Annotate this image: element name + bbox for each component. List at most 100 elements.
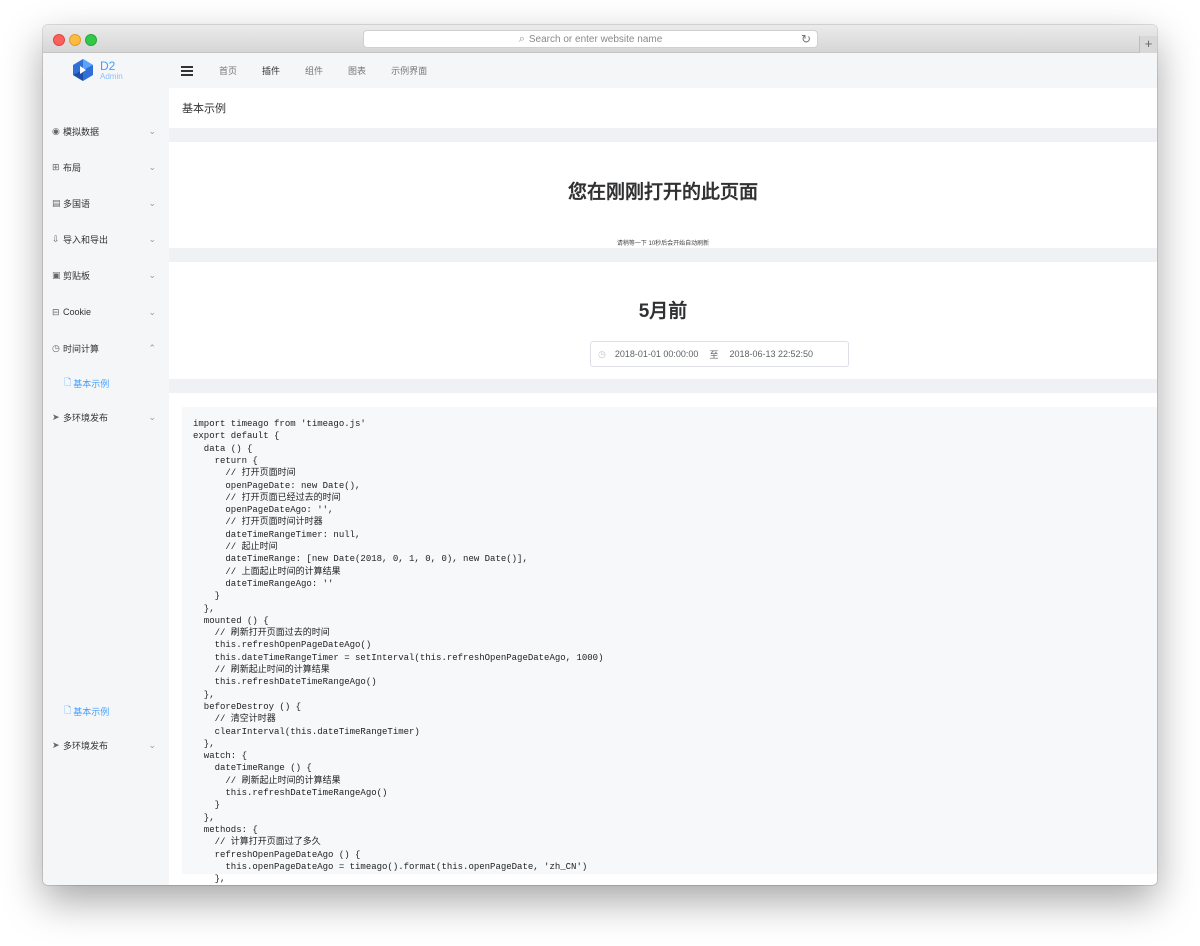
range-result-title: 5月前	[638, 301, 688, 322]
sidebar-item-multi-env[interactable]: ➤ 多环境发布 ⌄	[43, 399, 169, 435]
code-line: // 打开页面时间计时器	[193, 517, 323, 528]
sidebar-item-multi-env[interactable]: ➤ 多环境发布 ⌄	[43, 727, 169, 763]
new-tab-button[interactable]: +	[1139, 36, 1157, 53]
code-line: dateTimeRange: [new Date(2018, 0, 1, 0, …	[193, 554, 528, 565]
address-bar-placeholder: Search or enter website name	[528, 33, 663, 45]
database-icon: ⊟	[52, 306, 60, 317]
sidebar-item-mock-data[interactable]: ◉ 模拟数据 ⌄	[43, 113, 169, 149]
tab-demo-pages[interactable]: 示例界面	[391, 64, 427, 77]
datetime-range-picker[interactable]: ◷ 2018-01-01 00:00:00 至 2018-06-13 22:52…	[590, 341, 849, 367]
sidebar-item-label: 布局	[63, 162, 82, 173]
file-icon: 🗋	[64, 705, 72, 715]
logo[interactable]: D2 Admin	[71, 58, 123, 82]
clipboard-icon: ▣	[52, 269, 61, 280]
code-line: },	[193, 689, 215, 700]
layout-icon: ⊞	[52, 161, 60, 172]
code-line: methods: {	[193, 824, 258, 835]
code-line: dateTimeRangeAgo: ''	[193, 578, 334, 589]
clock-icon: ◷	[598, 348, 606, 359]
zoom-window-button[interactable]	[85, 34, 97, 46]
globe-icon: ◉	[52, 125, 60, 136]
code-line: }	[193, 800, 221, 811]
code-line: dateTimeRange () {	[193, 763, 312, 774]
sidebar-item-time-calc[interactable]: ◷ 时间计算 ⌃	[43, 330, 169, 366]
chevron-down-icon: ⌄	[148, 306, 156, 317]
code-line: export default {	[193, 431, 280, 442]
sidebar-item-label: 多国语	[63, 198, 91, 209]
code-line: // 计算打开页面过了多久	[193, 837, 321, 848]
code-line: dateTimeRangeTimer: null,	[193, 529, 361, 540]
code-line: },	[193, 874, 226, 885]
sidebar-item-label: 剪贴板	[63, 270, 91, 281]
sidebar-item-label: 多环境发布	[63, 740, 109, 751]
sidebar-item-layout[interactable]: ⊞ 布局 ⌄	[43, 149, 169, 185]
code-line: openPageDateAgo: '',	[193, 505, 334, 516]
code-line: mounted () {	[193, 615, 269, 626]
chevron-down-icon: ⌄	[148, 411, 156, 422]
range-end-input[interactable]: 2018-06-13 22:52:50	[729, 349, 813, 359]
chevron-down-icon: ⌄	[148, 739, 156, 750]
sidebar-item-i18n[interactable]: ▤ 多国语 ⌄	[43, 185, 169, 221]
code-line: beforeDestroy () {	[193, 701, 302, 712]
reload-icon[interactable]: ↻	[801, 32, 811, 46]
chevron-down-icon: ⌄	[148, 161, 156, 172]
file-icon: 🗋	[64, 377, 72, 387]
code-line: this.dateTimeRangeTimer = setInterval(th…	[193, 652, 604, 663]
sidebar-subitem-basic-example[interactable]: 🗋 基本示例	[43, 696, 169, 726]
range-separator: 至	[709, 349, 719, 360]
d2-logo-icon	[73, 59, 93, 81]
sidebar-item-cookie[interactable]: ⊟ Cookie ⌄	[43, 294, 169, 330]
sidebar-item-label: 导入和导出	[63, 234, 109, 245]
send-icon: ➤	[52, 739, 60, 750]
tab-components[interactable]: 组件	[305, 64, 323, 77]
chevron-down-icon: ⌄	[148, 197, 156, 208]
code-line: watch: {	[193, 751, 248, 762]
range-start-input[interactable]: 2018-01-01 00:00:00	[615, 349, 699, 359]
refresh-note: 请稍等一下 10秒后会开始自动刷新	[616, 241, 710, 247]
code-line: // 刷新起止时间的计算结果	[193, 665, 330, 675]
code-line: this.openPageDateAgo = timeago().format(…	[193, 861, 588, 872]
chevron-up-icon: ⌃	[148, 342, 156, 353]
open-time-card: 您在刚刚打开的此页面 请稍等一下 10秒后会开始自动刷新	[169, 142, 1157, 248]
code-line: this.refreshOpenPageDateAgo()	[193, 640, 372, 651]
sidebar-item-label: Cookie	[63, 307, 92, 317]
code-line: // 清空计时器	[193, 714, 276, 725]
code-line: },	[193, 603, 215, 614]
code-line: this.refreshDateTimeRangeAgo()	[193, 788, 388, 798]
code-line: this.refreshDateTimeRangeAgo()	[193, 677, 377, 688]
address-bar[interactable]: ⌕ Search or enter website name ↻	[363, 30, 818, 48]
sidebar-subitem-basic-example[interactable]: 🗋 基本示例	[43, 368, 169, 398]
code-line: openPageDate: new Date(),	[193, 480, 361, 491]
code-line: import timeago from 'timeago.js'	[193, 419, 366, 429]
code-line: // 打开页面已经过去的时间	[193, 492, 341, 503]
browser-window: ⌕ Search or enter website name ↻ + D2 Ad…	[43, 25, 1157, 885]
chevron-down-icon: ⌄	[148, 125, 156, 136]
code-line: // 刷新打开页面过去的时间	[193, 628, 330, 639]
code-line: // 刷新起止时间的计算结果	[193, 775, 341, 786]
sidebar-item-import-export[interactable]: ⇩ 导入和导出 ⌄	[43, 221, 169, 257]
code-line: refreshOpenPageDateAgo () {	[193, 849, 361, 860]
sidebar-item-label: 多环境发布	[63, 412, 109, 423]
sidebar-item-clipboard[interactable]: ▣ 剪贴板 ⌄	[43, 257, 169, 293]
code-line: // 上面起止时间的计算结果	[193, 566, 341, 577]
code-block: import timeago from 'timeago.js' export d…	[182, 407, 1157, 884]
sidebar-item-label: 时间计算	[63, 343, 100, 354]
code-line: }	[193, 591, 221, 602]
logo-title: D2	[100, 58, 116, 73]
search-icon: ⌕	[518, 32, 525, 45]
code-line: return {	[193, 455, 258, 466]
tab-home[interactable]: 首页	[219, 64, 237, 77]
tab-plugins[interactable]: 插件	[262, 64, 280, 77]
menu-toggle-icon[interactable]	[181, 65, 193, 76]
sidebar-subitem-label: 基本示例	[73, 706, 110, 717]
page-title: 基本示例	[169, 88, 1157, 128]
open-time-title: 您在刚刚打开的此页面	[567, 182, 758, 203]
close-window-button[interactable]	[53, 34, 65, 46]
tab-charts[interactable]: 图表	[348, 64, 366, 77]
book-icon: ▤	[52, 197, 61, 208]
logo-subtitle: Admin	[100, 71, 123, 81]
minimize-window-button[interactable]	[69, 34, 81, 46]
range-card: 5月前 ◷ 2018-01-01 00:00:00 至 2018-06-13 2…	[169, 262, 1157, 379]
send-icon: ➤	[52, 411, 60, 422]
top-navigation: 首页 插件 组件 图表 示例界面	[169, 53, 1157, 88]
